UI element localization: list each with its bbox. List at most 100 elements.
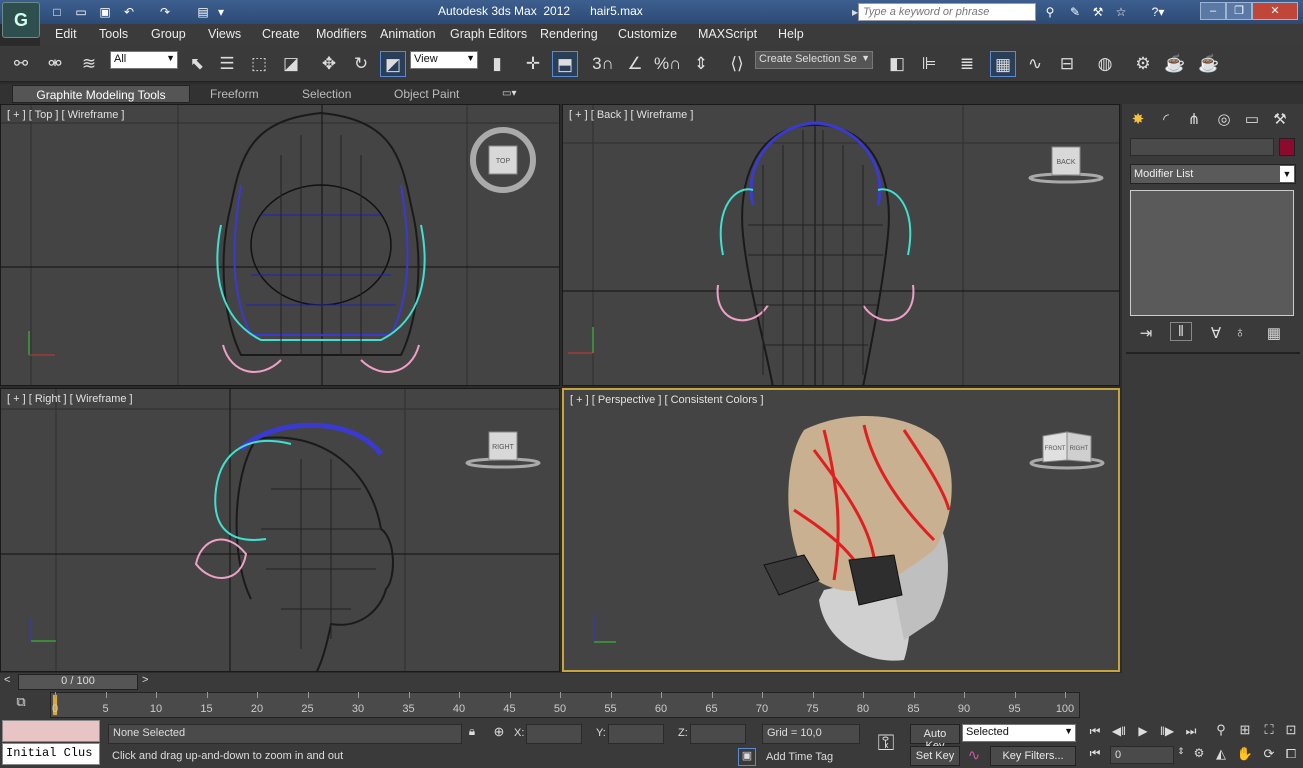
- set-key-button[interactable]: Set Key: [910, 746, 960, 766]
- absolute-mode-icon[interactable]: ⊕: [490, 724, 508, 740]
- viewport-back-label[interactable]: [ + ] [ Back ] [ Wireframe ]: [569, 109, 693, 121]
- time-tag-icon[interactable]: ▣: [738, 748, 756, 766]
- minimize-button[interactable]: –: [1200, 2, 1226, 20]
- show-end-result-icon[interactable]: ‖: [1170, 322, 1192, 341]
- percent-snap-icon[interactable]: %∩: [654, 51, 681, 77]
- menu-animation[interactable]: Animation: [380, 27, 436, 41]
- menu-maxscript[interactable]: MAXScript: [698, 27, 757, 41]
- display-tab-icon[interactable]: ▭: [1242, 110, 1262, 128]
- motion-tab-icon[interactable]: ◎: [1214, 110, 1234, 128]
- subscription-icon[interactable]: ✎: [1066, 4, 1084, 20]
- menu-edit[interactable]: Edit: [55, 27, 77, 41]
- zoom-extents-all-icon[interactable]: ⊡: [1282, 722, 1300, 738]
- menu-customize[interactable]: Customize: [618, 27, 677, 41]
- maximize-button[interactable]: ❐: [1226, 2, 1252, 20]
- object-name-field[interactable]: [1130, 138, 1274, 156]
- add-time-tag-button[interactable]: Add Time Tag: [766, 751, 833, 763]
- selection-lock-icon[interactable]: 🔒︎: [464, 724, 480, 739]
- render-setup-icon[interactable]: ⚙: [1130, 51, 1156, 77]
- key-tangent-icon[interactable]: ∿: [964, 746, 984, 764]
- align-icon[interactable]: ⊫: [916, 51, 942, 77]
- menu-tools[interactable]: Tools: [99, 27, 128, 41]
- selection-filter-dropdown[interactable]: All ▼: [110, 51, 178, 69]
- rendered-frame-icon[interactable]: ☕: [1162, 51, 1188, 77]
- menu-help[interactable]: Help: [778, 27, 804, 41]
- move-icon[interactable]: ✥: [316, 51, 342, 77]
- menu-group[interactable]: Group: [151, 27, 186, 41]
- menu-modifiers[interactable]: Modifiers: [316, 27, 367, 41]
- time-configuration-icon[interactable]: ⚙: [1190, 746, 1208, 760]
- frame-spinner-icon[interactable]: ⇕: [1176, 746, 1186, 757]
- viewcube-back[interactable]: BACK: [1028, 143, 1108, 193]
- menu-create[interactable]: Create: [262, 27, 300, 41]
- configure-sets-icon[interactable]: ▦: [1264, 324, 1284, 342]
- maxscript-mini-listener-pink[interactable]: [2, 720, 100, 742]
- viewport-top-label[interactable]: [ + ] [ Top ] [ Wireframe ]: [7, 109, 124, 121]
- tab-object-paint[interactable]: Object Paint: [394, 85, 459, 103]
- time-slider-next-icon[interactable]: >: [142, 674, 154, 690]
- key-filters-button[interactable]: Key Filters...: [990, 746, 1076, 766]
- open-file-icon[interactable]: ▭: [72, 4, 90, 20]
- project-folder-icon[interactable]: ▤: [194, 4, 212, 20]
- x-coordinate-field[interactable]: [526, 724, 582, 744]
- viewport-perspective[interactable]: [ + ] [ Perspective ] [ Consistent Color…: [562, 388, 1120, 672]
- menu-rendering[interactable]: Rendering: [540, 27, 598, 41]
- pivot-center-icon[interactable]: ▮: [484, 51, 510, 77]
- rotate-icon[interactable]: ↻: [348, 51, 374, 77]
- play-icon[interactable]: ▶: [1134, 724, 1152, 738]
- communication-icon[interactable]: ⚒: [1089, 4, 1107, 20]
- orbit-icon[interactable]: ⟳: [1260, 746, 1278, 762]
- rectangular-selection-icon[interactable]: ⬚: [246, 51, 272, 77]
- go-to-end-icon[interactable]: ⏭: [1182, 724, 1200, 739]
- save-file-icon[interactable]: ▣: [96, 4, 114, 20]
- modify-tab-icon[interactable]: ◜: [1156, 110, 1176, 128]
- maximize-viewport-icon[interactable]: ⧠: [1282, 746, 1300, 762]
- curve-editor-icon[interactable]: ∿: [1022, 51, 1048, 77]
- go-to-start-icon[interactable]: ⏮: [1086, 724, 1104, 739]
- time-slider-thumb[interactable]: 0 / 100: [18, 674, 138, 690]
- set-key-mode-key-icon[interactable]: ⚿: [868, 730, 904, 756]
- angle-snap-icon[interactable]: ∠: [622, 51, 648, 77]
- select-object-icon[interactable]: ⬉: [184, 51, 210, 77]
- help-icon[interactable]: ?▾: [1146, 4, 1170, 20]
- viewport-right-label[interactable]: [ + ] [ Right ] [ Wireframe ]: [7, 393, 133, 405]
- key-mode-dropdown[interactable]: Selected ▼: [962, 724, 1076, 742]
- tab-selection[interactable]: Selection: [302, 85, 351, 103]
- viewport-top[interactable]: [ + ] [ Top ] [ Wireframe ] TOP: [0, 104, 560, 386]
- current-frame-field[interactable]: 0: [1110, 746, 1174, 764]
- scale-icon[interactable]: ◩: [380, 51, 406, 77]
- viewcube-perspective[interactable]: FRONT RIGHT: [1029, 428, 1109, 478]
- select-link-icon[interactable]: ⚯: [8, 51, 34, 77]
- spinner-snap-icon[interactable]: ⇕: [688, 51, 714, 77]
- zoom-icon[interactable]: ⚲: [1212, 722, 1230, 738]
- window-crossing-icon[interactable]: ◪: [278, 51, 304, 77]
- field-of-view-icon[interactable]: ◭: [1212, 746, 1230, 762]
- tab-freeform[interactable]: Freeform: [210, 85, 259, 103]
- create-tab-icon[interactable]: ✸: [1128, 110, 1148, 128]
- edit-named-selection-icon[interactable]: ⟨⟩: [724, 51, 750, 77]
- zoom-all-icon[interactable]: ⊞: [1236, 722, 1254, 738]
- maxscript-listener-input[interactable]: Initial Clus: [2, 743, 100, 765]
- z-coordinate-field[interactable]: [690, 724, 746, 744]
- remove-modifier-icon[interactable]: ♁: [1230, 324, 1250, 341]
- ribbon-options-icon[interactable]: ▭▾: [502, 85, 528, 103]
- named-selection-set-dropdown[interactable]: Create Selection Se ▼: [755, 51, 873, 69]
- layer-manager-icon[interactable]: ≣: [954, 51, 980, 77]
- app-logo-button[interactable]: G: [2, 2, 40, 38]
- previous-frame-icon[interactable]: ◀‖: [1110, 724, 1128, 738]
- unlink-icon[interactable]: ⚮: [42, 51, 68, 77]
- select-manipulate-icon[interactable]: ✛: [520, 51, 546, 77]
- menu-views[interactable]: Views: [208, 27, 241, 41]
- modifier-stack[interactable]: [1130, 190, 1294, 316]
- hierarchy-tab-icon[interactable]: ⋔: [1184, 110, 1204, 128]
- auto-key-button[interactable]: Auto Key: [910, 724, 960, 752]
- key-mode-toggle-icon[interactable]: ⏮: [1086, 746, 1104, 761]
- snaps-toggle-icon[interactable]: 3∩: [590, 51, 616, 77]
- search-input[interactable]: Type a keyword or phrase: [858, 3, 1036, 21]
- undo-icon[interactable]: ↶: [120, 4, 138, 20]
- pan-view-icon[interactable]: ✋: [1236, 746, 1254, 762]
- select-by-name-icon[interactable]: ☰: [214, 51, 240, 77]
- menu-graph-editors[interactable]: Graph Editors: [450, 27, 527, 41]
- close-button[interactable]: ✕: [1252, 2, 1298, 20]
- schematic-view-icon[interactable]: ⊟: [1054, 51, 1080, 77]
